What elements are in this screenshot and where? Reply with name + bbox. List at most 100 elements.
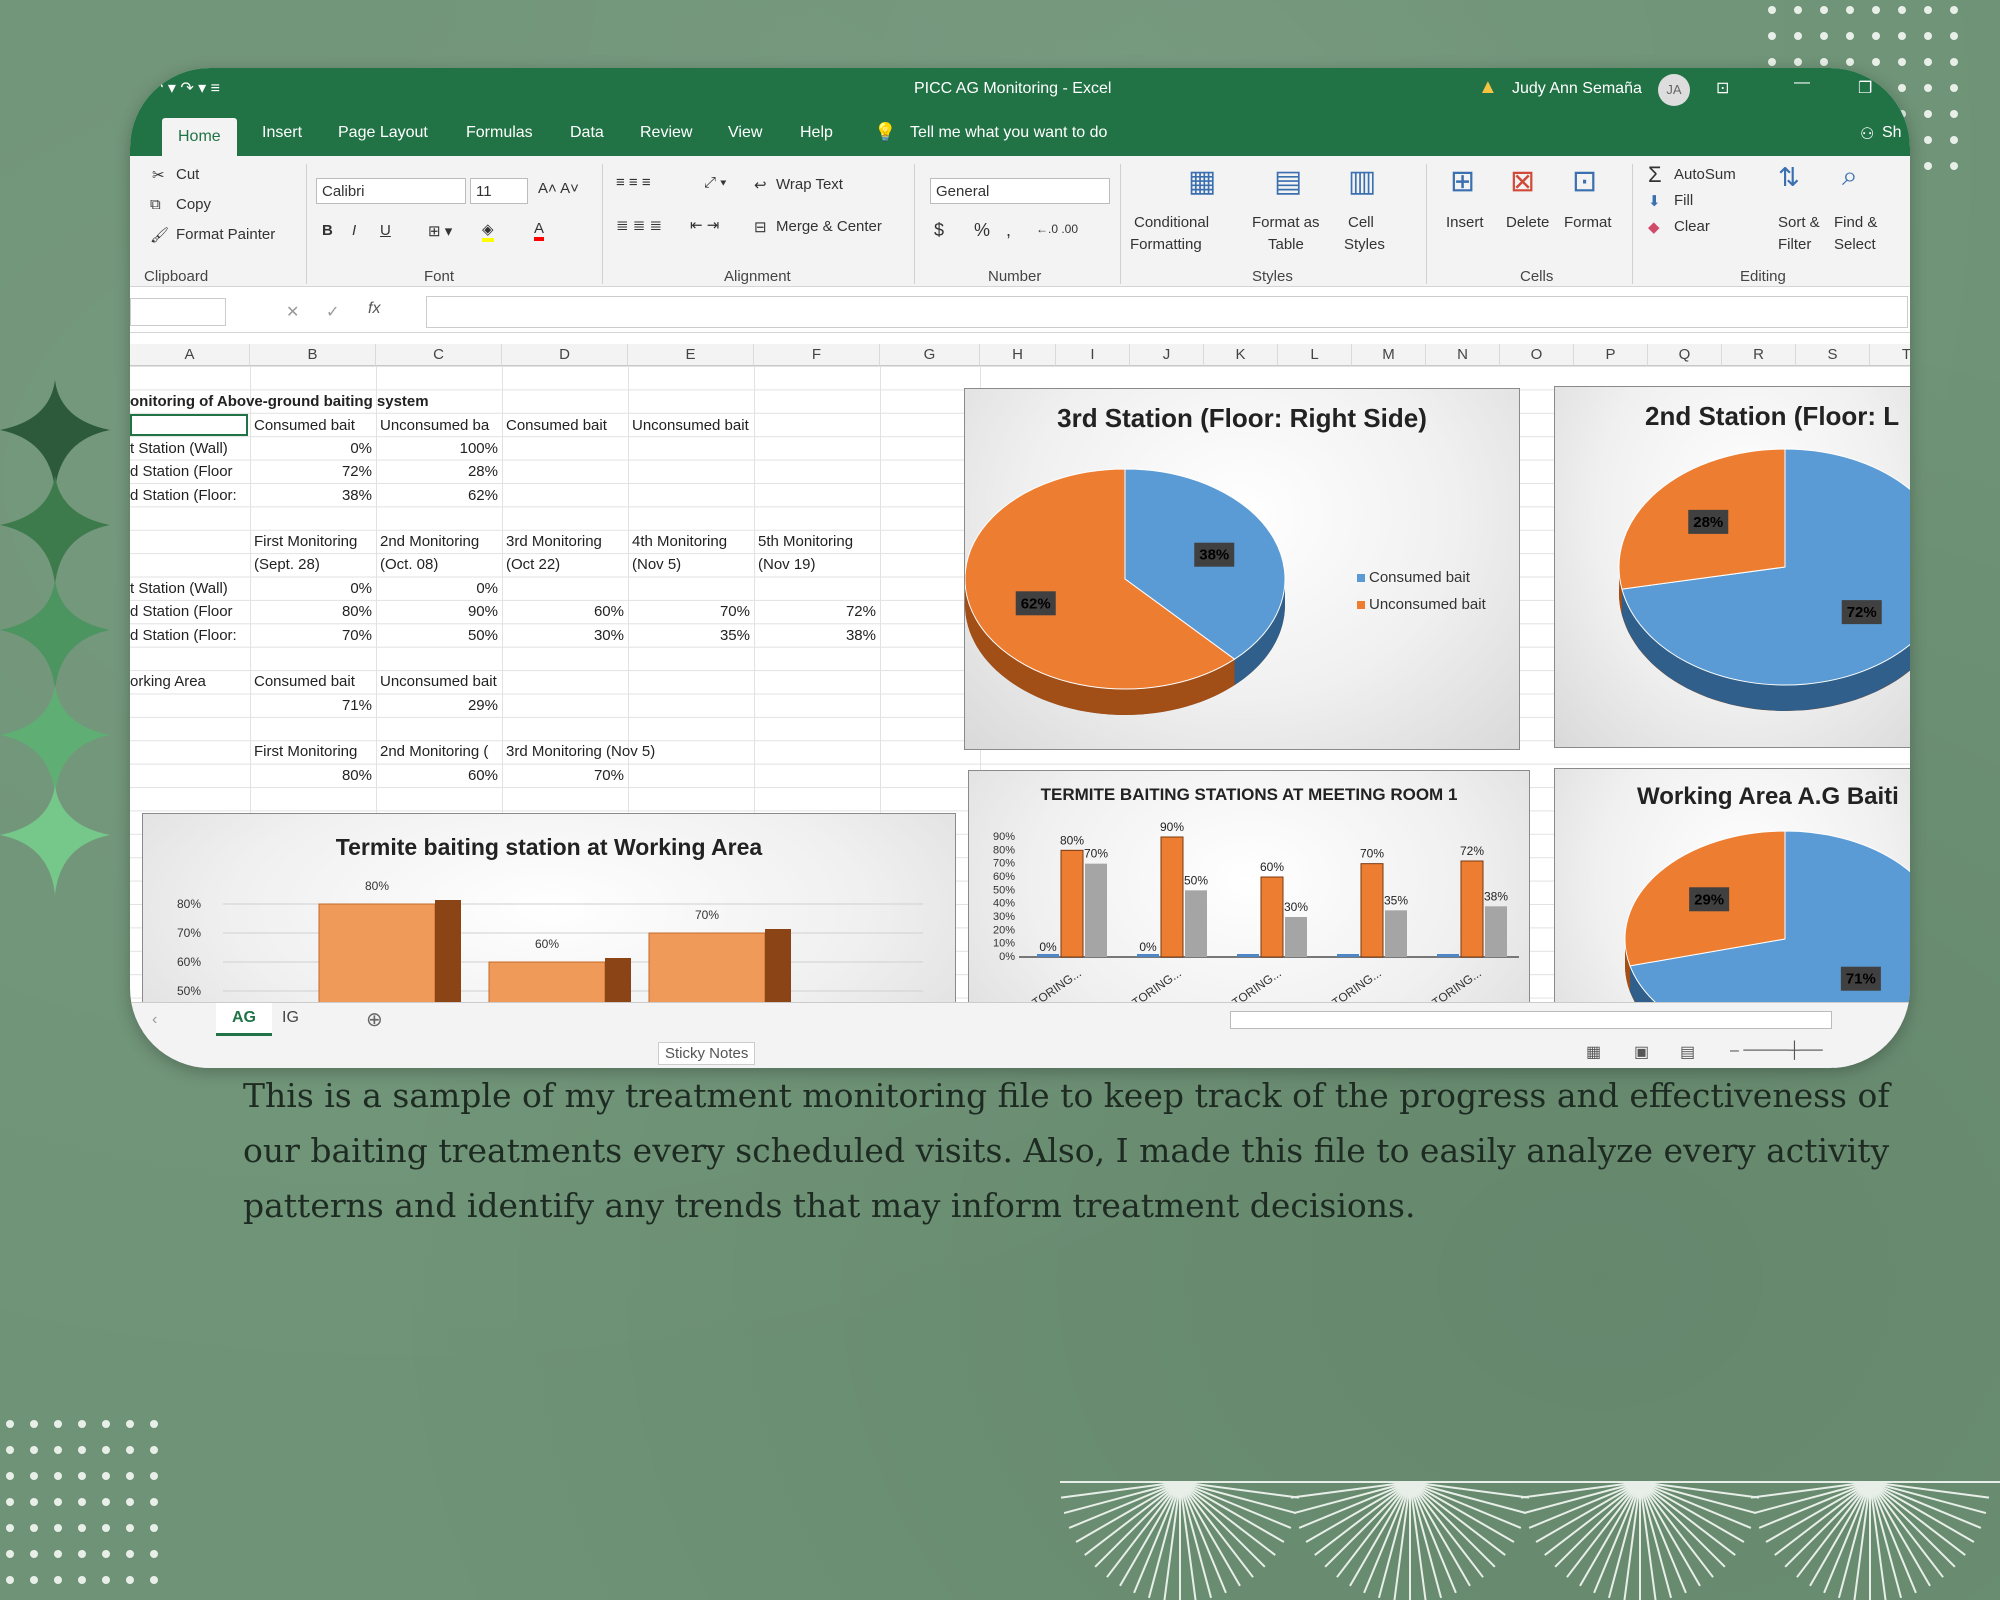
cancel-icon[interactable]: ✕ bbox=[286, 302, 299, 322]
grow-font-icon[interactable]: A˄ A˅ bbox=[538, 180, 579, 197]
cell-c5[interactable]: 28% bbox=[380, 460, 498, 483]
scroll-left-icon[interactable]: ‹ bbox=[152, 1011, 157, 1029]
decimal-icon[interactable]: ←.0 .00 bbox=[1036, 222, 1078, 236]
cell-d8[interactable]: 3rd Monitoring bbox=[506, 530, 602, 553]
cell-styles-label2[interactable]: Styles bbox=[1344, 236, 1385, 253]
tab-data[interactable]: Data bbox=[570, 124, 604, 142]
page-break-icon[interactable]: ▤ bbox=[1680, 1042, 1695, 1062]
tell-me-box[interactable]: Tell me what you want to do bbox=[910, 124, 1107, 142]
column-header-t[interactable]: T bbox=[1870, 344, 1910, 366]
font-name-select[interactable]: Calibri bbox=[316, 178, 466, 204]
indent-icon[interactable]: ⇤ ⇥ bbox=[690, 216, 719, 234]
cut-button[interactable]: Cut bbox=[176, 166, 199, 183]
page-layout-icon[interactable]: ▣ bbox=[1634, 1042, 1649, 1062]
selected-cell[interactable] bbox=[130, 414, 248, 436]
find-select-label2[interactable]: Select bbox=[1834, 236, 1876, 253]
restore-icon[interactable]: ❐ bbox=[1858, 78, 1872, 98]
tab-home[interactable]: Home bbox=[162, 118, 237, 156]
cell-f10[interactable]: 72% bbox=[758, 600, 876, 623]
cut-icon[interactable]: ✂ bbox=[152, 166, 165, 184]
column-header-p[interactable]: P bbox=[1574, 344, 1648, 366]
cell-e3[interactable]: Unconsumed bait bbox=[632, 414, 749, 437]
cell-d17[interactable]: 70% bbox=[506, 764, 624, 787]
cell-b13[interactable]: Consumed bait bbox=[254, 670, 355, 693]
cell-b17[interactable]: 80% bbox=[254, 764, 372, 787]
sheet-title[interactable]: onitoring of Above-ground baiting system bbox=[130, 390, 429, 413]
cell-f8-line2[interactable]: (Nov 19) bbox=[758, 553, 816, 576]
column-header-f[interactable]: F bbox=[754, 344, 880, 366]
tab-help[interactable]: Help bbox=[800, 124, 833, 142]
column-header-c[interactable]: C bbox=[376, 344, 502, 366]
column-header-e[interactable]: E bbox=[628, 344, 754, 366]
column-header-o[interactable]: O bbox=[1500, 344, 1574, 366]
cell-b16[interactable]: First Monitoring bbox=[254, 740, 357, 763]
column-header-d[interactable]: D bbox=[502, 344, 628, 366]
chart-2nd-station-pie[interactable]: 2nd Station (Floor: L 72% 28% bbox=[1554, 386, 1910, 748]
column-header-s[interactable]: S bbox=[1796, 344, 1870, 366]
insert-function-icon[interactable]: fx bbox=[368, 300, 380, 318]
user-name[interactable]: Judy Ann Semaña bbox=[1512, 80, 1642, 98]
column-header-m[interactable]: M bbox=[1352, 344, 1426, 366]
horizontal-scrollbar[interactable] bbox=[1230, 1011, 1832, 1029]
column-header-j[interactable]: J bbox=[1130, 344, 1204, 366]
copy-icon[interactable]: ⧉ bbox=[150, 196, 161, 213]
cell-b6[interactable]: 38% bbox=[254, 484, 372, 507]
column-header-a[interactable]: A bbox=[130, 344, 250, 366]
format-cells-icon[interactable]: ⊡ bbox=[1572, 164, 1597, 199]
conditional-formatting-button[interactable]: Conditional bbox=[1134, 214, 1209, 231]
find-select-icon[interactable]: ⌕ bbox=[1842, 160, 1858, 193]
cell-e10[interactable]: 70% bbox=[632, 600, 750, 623]
column-header-i[interactable]: I bbox=[1056, 344, 1130, 366]
cell-a9[interactable]: t Station (Wall) bbox=[130, 577, 228, 600]
tab-insert[interactable]: Insert bbox=[262, 124, 302, 142]
zoom-slider[interactable]: – ────┼── bbox=[1730, 1042, 1823, 1060]
tab-page-layout[interactable]: Page Layout bbox=[338, 124, 428, 142]
italic-button[interactable]: I bbox=[352, 222, 356, 239]
cell-a6[interactable]: d Station (Floor: bbox=[130, 484, 237, 507]
fill-button[interactable]: Fill bbox=[1674, 192, 1693, 209]
clear-button[interactable]: Clear bbox=[1674, 218, 1710, 235]
format-cells-button[interactable]: Format bbox=[1564, 214, 1612, 231]
cell-a4[interactable]: t Station (Wall) bbox=[130, 437, 228, 460]
enter-icon[interactable]: ✓ bbox=[326, 302, 339, 322]
wrap-text-icon[interactable]: ↩ bbox=[754, 176, 767, 194]
sort-filter-button[interactable]: Sort & bbox=[1778, 214, 1820, 231]
column-header-h[interactable]: H bbox=[980, 344, 1056, 366]
tab-review[interactable]: Review bbox=[640, 124, 692, 142]
cell-d16[interactable]: 3rd Monitoring (Nov 5) bbox=[506, 740, 655, 763]
tab-formulas[interactable]: Formulas bbox=[466, 124, 533, 142]
cell-a11[interactable]: d Station (Floor: bbox=[130, 624, 237, 647]
borders-icon[interactable]: ⊞ ▾ bbox=[428, 222, 452, 240]
cell-c4[interactable]: 100% bbox=[380, 437, 498, 460]
cell-f11[interactable]: 38% bbox=[758, 624, 876, 647]
orientation-icon[interactable]: ⤢ ▾ bbox=[704, 174, 726, 191]
cell-c17[interactable]: 60% bbox=[380, 764, 498, 787]
cell-e8-line2[interactable]: (Nov 5) bbox=[632, 553, 681, 576]
cell-b14[interactable]: 71% bbox=[254, 694, 372, 717]
font-size-select[interactable]: 11 bbox=[470, 178, 528, 204]
underline-button[interactable]: U bbox=[380, 222, 391, 239]
comma-button[interactable]: , bbox=[1006, 220, 1011, 241]
currency-button[interactable]: $ bbox=[934, 220, 944, 241]
column-header-r[interactable]: R bbox=[1722, 344, 1796, 366]
cell-d10[interactable]: 60% bbox=[506, 600, 624, 623]
copy-button[interactable]: Copy bbox=[176, 196, 211, 213]
cell-c16[interactable]: 2nd Monitoring ( bbox=[380, 740, 488, 763]
clear-icon[interactable]: ◆ bbox=[1648, 218, 1660, 236]
delete-cells-button[interactable]: Delete bbox=[1506, 214, 1549, 231]
column-header-k[interactable]: K bbox=[1204, 344, 1278, 366]
chart-3rd-station-pie[interactable]: 3rd Station (Floor: Right Side) 38% 62% C… bbox=[964, 388, 1520, 750]
column-header-n[interactable]: N bbox=[1426, 344, 1500, 366]
merge-icon[interactable]: ⊟ bbox=[754, 218, 767, 236]
cell-d11[interactable]: 30% bbox=[506, 624, 624, 647]
cell-b10[interactable]: 80% bbox=[254, 600, 372, 623]
cell-e11[interactable]: 35% bbox=[632, 624, 750, 647]
cell-b8-line2[interactable]: (Sept. 28) bbox=[254, 553, 320, 576]
cell-c14[interactable]: 29% bbox=[380, 694, 498, 717]
align-top-icon[interactable]: ≡ ≡ ≡ bbox=[616, 174, 651, 191]
undo-icon[interactable]: ↶ ▾ ↷ ▾ ≡ bbox=[150, 78, 220, 98]
cell-styles-icon[interactable]: ▥ bbox=[1348, 164, 1376, 199]
cell-b5[interactable]: 72% bbox=[254, 460, 372, 483]
cell-b3[interactable]: Consumed bait bbox=[254, 414, 355, 437]
column-header-g[interactable]: G bbox=[880, 344, 980, 366]
